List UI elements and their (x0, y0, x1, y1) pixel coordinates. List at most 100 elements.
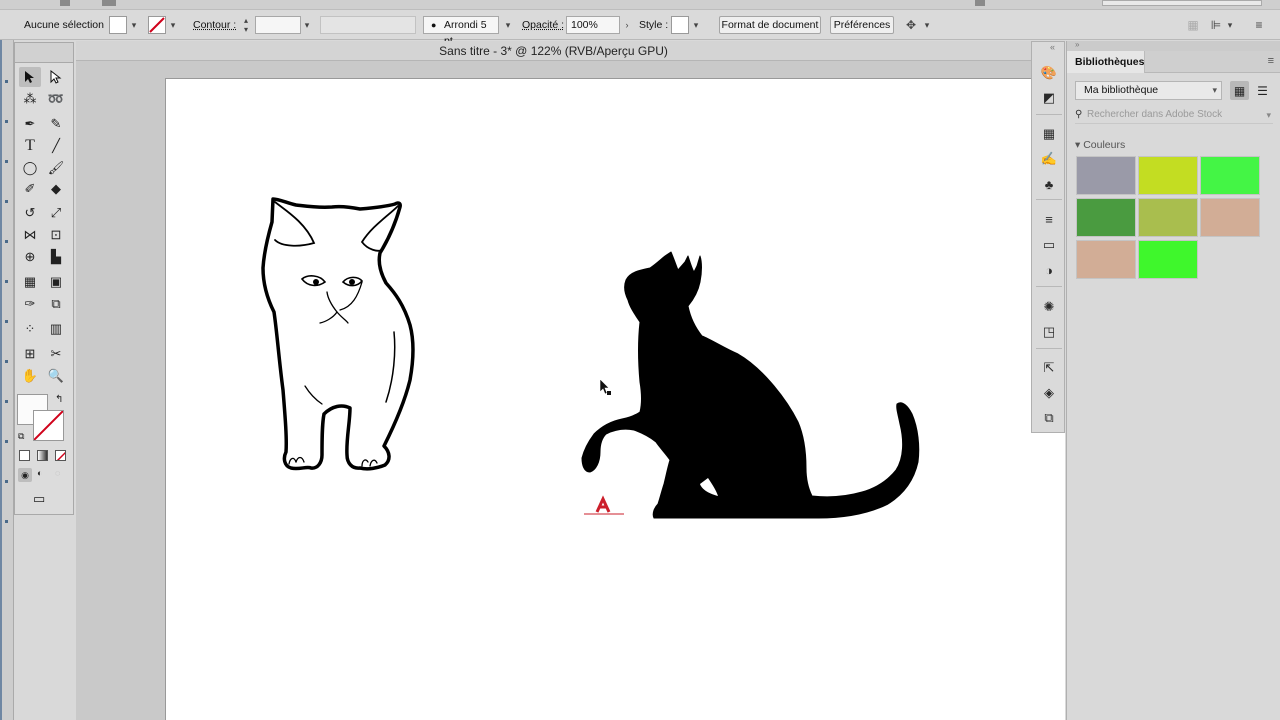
document-tab[interactable]: Sans titre - 3* @ 122% (RVB/Aperçu GPU) (76, 41, 1031, 61)
swap-colors-icon[interactable]: ↰ (55, 394, 63, 405)
screen-mode-icon[interactable]: ▭ (33, 491, 45, 507)
eraser-tool-icon[interactable]: ◆ (45, 179, 67, 199)
variable-width-field[interactable] (320, 16, 416, 34)
pen-tool-icon[interactable]: ✒ (19, 114, 41, 134)
line-tool-icon[interactable]: ╱ (45, 136, 67, 156)
shaper-tool-icon[interactable]: ✐ (19, 179, 41, 199)
color-icon[interactable]: 🎨 (1040, 64, 1058, 82)
stroke-weight-dropdown-icon[interactable]: ▾ (300, 16, 314, 34)
colors-section-header[interactable]: ▾ Couleurs (1075, 139, 1125, 151)
document-setup-button[interactable]: Format de document (719, 16, 821, 34)
none-mode-icon[interactable] (55, 450, 66, 461)
artboard[interactable] (165, 78, 1065, 720)
zoom-tool-icon[interactable]: 🔍 (45, 366, 67, 386)
libraries-panel-header[interactable]: » (1067, 40, 1280, 51)
stroke-dropdown-icon[interactable]: ▾ (166, 16, 180, 34)
artboard-tool-icon[interactable]: ⊞ (19, 344, 41, 364)
color-guide-icon[interactable]: ◩ (1040, 89, 1058, 107)
eyedropper-tool-icon[interactable]: ✑ (19, 294, 41, 314)
style-dropdown-icon[interactable]: ▾ (689, 16, 703, 34)
color-swatch[interactable] (1200, 198, 1260, 237)
preferences-button[interactable]: Préférences (830, 16, 894, 34)
style-swatch[interactable] (671, 16, 689, 34)
default-colors-icon[interactable]: ⧉ (18, 431, 24, 442)
control-menu-icon[interactable]: ≡ (1252, 16, 1266, 34)
color-swatch[interactable] (1200, 156, 1260, 195)
shape-builder-tool-icon[interactable]: ⊕ (19, 247, 41, 267)
free-transform-tool-icon[interactable]: ⊡ (45, 225, 67, 245)
fill-dropdown-icon[interactable]: ▾ (127, 16, 141, 34)
transform-dropdown-icon[interactable]: ▾ (1223, 16, 1237, 34)
list-view-icon[interactable]: ☰ (1253, 81, 1272, 100)
hand-tool-icon[interactable]: ✋ (19, 366, 41, 386)
draw-behind-icon[interactable]: ◐ (37, 468, 42, 478)
grid-view-icon[interactable]: ▦ (1230, 81, 1249, 100)
rotate-tool-icon[interactable]: ↺ (19, 203, 41, 223)
brushes-icon[interactable]: ✍ (1040, 150, 1058, 168)
stroke-icon[interactable]: ≡ (1040, 210, 1058, 228)
appearance-icon[interactable]: ✺ (1040, 298, 1058, 316)
stock-search-input[interactable]: ⚲ Rechercher dans Adobe Stock ▾ (1075, 106, 1273, 124)
gradient-icon[interactable]: ▭ (1040, 236, 1058, 254)
arrange-documents-icon[interactable]: ✥ (904, 16, 918, 34)
layers-icon[interactable]: ◈ (1040, 384, 1058, 402)
color-swatch[interactable] (1076, 156, 1136, 195)
panel-menu-icon[interactable]: ≡ (1268, 55, 1274, 67)
stroke-swatch[interactable] (148, 16, 166, 34)
opacity-field[interactable]: 100% (566, 16, 620, 34)
symbol-sprayer-tool-icon[interactable]: ⁘ (19, 319, 41, 339)
color-mode-icon[interactable] (19, 450, 30, 461)
opacity-label[interactable]: Opacité : (522, 19, 564, 31)
color-swatch[interactable] (1138, 156, 1198, 195)
stroke-weight-field[interactable] (255, 16, 301, 34)
tools-panel-header[interactable] (14, 42, 74, 62)
align-icon[interactable]: ▦ (1186, 16, 1200, 34)
column-graph-tool-icon[interactable]: ▥ (45, 319, 67, 339)
lasso-tool-icon[interactable]: ➿ (45, 89, 67, 109)
selection-tool-icon[interactable] (19, 67, 41, 87)
search-stock-field[interactable] (1102, 0, 1262, 6)
color-swatch[interactable] (1138, 198, 1198, 237)
tab-libraries[interactable]: Bibliothèques (1067, 51, 1145, 73)
gradient-mode-icon[interactable] (37, 450, 48, 461)
color-swatch[interactable] (1076, 198, 1136, 237)
type-tool-icon[interactable]: T (19, 136, 41, 156)
curvature-tool-icon[interactable]: ✎ (45, 114, 67, 134)
perspective-grid-tool-icon[interactable]: ▙ (45, 247, 67, 267)
stroke-label[interactable]: Contour : (193, 19, 236, 31)
slice-tool-icon[interactable]: ✂ (45, 344, 67, 364)
stroke-weight-stepper[interactable]: ▴ ▾ (239, 16, 253, 34)
transparency-icon[interactable]: ◑ (1040, 261, 1058, 279)
magic-wand-tool-icon[interactable]: ⁂ (19, 89, 41, 109)
collapse-icon[interactable]: « (1050, 42, 1055, 52)
transform-icon[interactable]: ⊫ (1209, 16, 1223, 34)
paintbrush-tool-icon[interactable]: 🖌 (45, 158, 67, 178)
swatches-icon[interactable]: ▦ (1040, 125, 1058, 143)
color-swatch[interactable] (1076, 240, 1136, 279)
opacity-arrow-icon[interactable]: › (620, 16, 634, 34)
mesh-tool-icon[interactable]: ▦ (19, 272, 41, 292)
chevron-down-icon: ▾ (1266, 110, 1271, 120)
artboards-icon[interactable]: ⧉ (1040, 409, 1058, 427)
expand-icon[interactable]: » (1075, 40, 1079, 49)
chevron-down-icon: ▾ (1212, 85, 1217, 95)
fill-swatch[interactable] (109, 16, 127, 34)
color-swatch[interactable] (1138, 240, 1198, 279)
direct-selection-tool-icon[interactable] (45, 67, 67, 87)
brush-dropdown-icon[interactable]: ▾ (501, 16, 515, 34)
width-tool-icon[interactable]: ⋈ (19, 225, 41, 245)
brush-definition-field[interactable]: ● Arrondi 5 pt (423, 16, 499, 47)
scale-tool-icon[interactable]: ⤢ (45, 203, 67, 223)
blend-tool-icon[interactable]: ⧉ (45, 294, 67, 314)
selection-label: Aucune sélection (24, 19, 104, 31)
draw-inside-icon[interactable]: ◌ (55, 468, 60, 478)
arrange-dropdown-icon[interactable]: ▾ (920, 16, 934, 34)
gradient-tool-icon[interactable]: ▣ (45, 272, 67, 292)
export-icon[interactable]: ⇱ (1040, 359, 1058, 377)
graphic-styles-icon[interactable]: ◳ (1040, 323, 1058, 341)
ellipse-tool-icon[interactable]: ◯ (19, 158, 41, 178)
draw-normal-icon[interactable]: ◉ (18, 468, 32, 482)
library-select[interactable]: Ma bibliothèque ▾ (1075, 81, 1222, 100)
stroke-color-swatch[interactable] (33, 410, 64, 441)
symbols-icon[interactable]: ♣ (1040, 175, 1058, 193)
